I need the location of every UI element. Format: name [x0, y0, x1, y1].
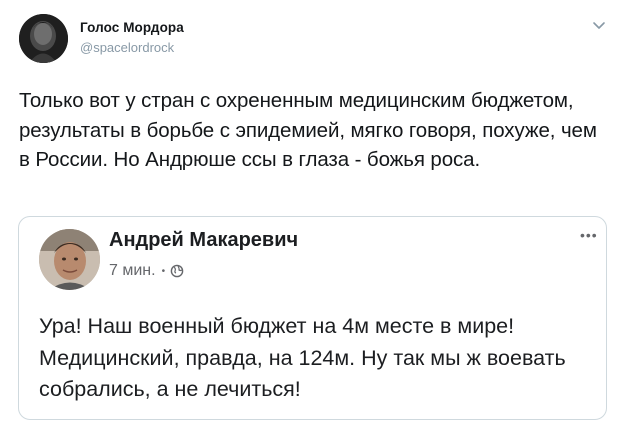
author-avatar-image [19, 14, 68, 63]
quoted-author-name[interactable]: Андрей Макаревич [109, 229, 298, 252]
quoted-author-avatar[interactable] [39, 229, 100, 290]
author-handle[interactable]: @spacelordrock [80, 40, 174, 55]
tweet-text: Только вот у стран с охрененным медицинс… [19, 89, 597, 171]
globe-icon [170, 264, 184, 278]
chevron-down-icon[interactable] [591, 19, 607, 33]
quoted-post-text: Ура! Наш военный бюджет на 4м месте в ми… [39, 314, 566, 401]
author-name[interactable]: Голос Мордора [80, 20, 184, 35]
author-avatar[interactable] [19, 14, 68, 63]
quoted-post-card[interactable]: Андрей Макаревич 7 мин. • ••• Ура! Наш в… [18, 216, 607, 420]
tweet: Голос Мордора @spacelordrock Только вот … [0, 0, 620, 428]
meta-separator: • [161, 265, 166, 277]
more-dots-icon[interactable]: ••• [580, 227, 598, 243]
quoted-post-time[interactable]: 7 мин. [109, 262, 156, 280]
quoted-post-meta: 7 мин. • [109, 262, 184, 280]
quoted-author-avatar-image [39, 229, 100, 290]
